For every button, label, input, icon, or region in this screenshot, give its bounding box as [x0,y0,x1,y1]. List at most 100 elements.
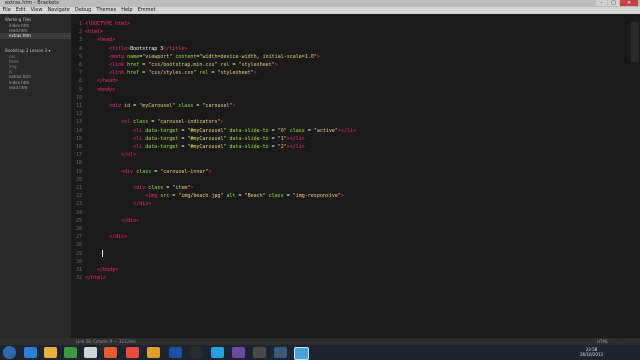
code-line[interactable]: <ol class = "carousel-indicators"> [85,118,223,126]
code-token: class [133,119,149,126]
code-token: class [136,168,152,175]
code-line[interactable]: <html> [85,28,103,36]
photoshop-icon[interactable] [169,347,182,358]
code-line[interactable]: <li data-target = "#myCarousel" data-sli… [85,127,356,135]
working-file-extras[interactable]: extras.htm [0,33,71,39]
explorer-icon[interactable] [44,347,57,358]
code-token: = [163,185,173,191]
code-token: </div> [85,234,128,241]
code-line[interactable]: <link href = "css/bootstrap.min.css" rel… [85,61,278,69]
code-line[interactable]: <title>Bootstrap 3</title> [85,45,187,53]
text-cursor [102,250,103,257]
code-line[interactable]: <meta name="viewport" content="width=dev… [85,53,320,61]
scroll-thumb[interactable] [631,22,639,62]
line-number: 14 [75,127,82,134]
code-line[interactable]: <!DOCTYPE html> [85,20,130,28]
window-title: extras.htm - Brackets [5,0,59,6]
code-line[interactable]: </html> [85,274,106,282]
code-token: href [127,62,140,68]
code-line[interactable]: <link href = "css/styles.css" rel = "sty… [85,69,257,77]
firefox-icon[interactable] [104,347,117,358]
start-button[interactable] [3,346,16,359]
line-number: 16 [75,144,82,150]
menu-view[interactable]: View [28,7,45,14]
code-token: "myCarousel" [139,103,176,109]
menu-edit[interactable]: Edit [13,7,28,14]
calculator-icon[interactable] [253,347,266,358]
skype-icon[interactable] [211,347,224,358]
code-line[interactable]: <li data-target = "#myCarousel" data-sli… [85,135,305,143]
code-token: = [139,70,149,77]
menu-file[interactable]: File [0,7,13,14]
code-line[interactable]: </ol> [85,151,136,159]
line-number: 11 [75,103,82,109]
code-line[interactable]: <head> [85,36,115,44]
chrome-icon[interactable] [147,347,160,358]
line-number-gutter: 1 2 3 4 5 6 7 8 9 10 11 12 13 14 15 16 17 18 19 20 21 22 23 24 2… [71,20,83,345]
code-line[interactable]: <div class = "item"> [85,184,193,192]
code-token: <!DOCTYPE html> [85,21,131,27]
code-token: class [265,193,284,200]
code-line[interactable]: </head> [85,77,118,85]
code-token: <li [85,127,146,134]
window-controls: – □ ✕ [596,0,638,6]
code-token: <meta [85,53,128,60]
code-line[interactable]: <div class = "carousel-inner"> [85,168,211,176]
code-token: <body> [85,86,116,93]
brackets-icon[interactable] [294,347,309,360]
code-token: "carousel-indicators" [157,119,221,126]
code-token: > [208,168,212,175]
code-token: <link [85,62,128,68]
ie-icon[interactable] [24,347,37,358]
code-token: = [283,193,293,200]
line-number: 13 [75,119,82,126]
media-icon[interactable] [64,347,77,358]
code-line[interactable]: <body> [85,86,115,94]
word-icon[interactable] [190,347,203,358]
code-token: "img/beach.jpg" [178,193,224,200]
code-token: href [127,70,140,77]
line-number: 10 [75,94,82,101]
code-token: data-target [145,135,179,142]
language-mode[interactable]: HTML [597,338,608,345]
folder-item-read[interactable]: read.htm [0,85,71,90]
system-clock[interactable]: 23:58 26/10/2013 [580,347,603,357]
menu-navigate[interactable]: Navigate [45,7,72,14]
code-token: <div [85,168,137,175]
code-line[interactable]: </div> [85,217,139,225]
code-token: alt [223,193,236,200]
code-editor[interactable]: 1 2 3 4 5 6 7 8 9 10 11 12 13 14 15 16 17 18 19 20 21 22 23 24 2… [71,20,631,345]
clock-date: 26/10/2013 [580,352,604,357]
code-token: > [232,103,236,109]
menu-themes[interactable]: Themes [94,7,119,14]
menu-help[interactable]: Help [119,7,135,14]
code-token: > [316,53,320,60]
title-bar: extras.htm - Brackets – □ ✕ [0,0,640,7]
code-token: "carousel-inner" [160,168,209,175]
vertical-scrollbar[interactable] [631,20,640,345]
line-number: 7 [78,70,82,77]
code-line[interactable]: <li data-target = "#myCarousel" data-sli… [85,143,305,151]
code-token: data-slide-to [226,127,269,134]
line-number: 9 [78,86,82,93]
menu-bar: File Edit View Navigate Debug Themes Hel… [0,7,640,14]
menu-debug[interactable]: Debug [72,7,93,14]
code-line[interactable]: </body> [85,266,118,274]
window-icon[interactable] [274,347,287,358]
minimize-button[interactable]: – [596,0,607,6]
code-line[interactable]: </div> [85,200,151,208]
code-token: ></li> [286,135,305,142]
code-token: "#myCarousel" [187,127,227,134]
code-token: data-target [145,127,179,134]
maximize-button[interactable]: □ [608,0,619,6]
close-button[interactable]: ✕ [620,0,638,6]
paint-icon[interactable] [84,347,97,358]
code-token: class [148,185,164,191]
code-line[interactable]: </div> [85,233,127,241]
code-line[interactable]: <img src = "img/beach.jpg" alt = "Beach"… [85,192,344,200]
code-line[interactable]: <div id = "myCarousel" class = "carousel… [85,102,236,110]
filezilla-icon[interactable] [232,347,245,358]
vlc-icon[interactable] [126,347,139,358]
menu-emmet[interactable]: Emmet [135,7,158,14]
code-token: <title> [85,45,131,52]
